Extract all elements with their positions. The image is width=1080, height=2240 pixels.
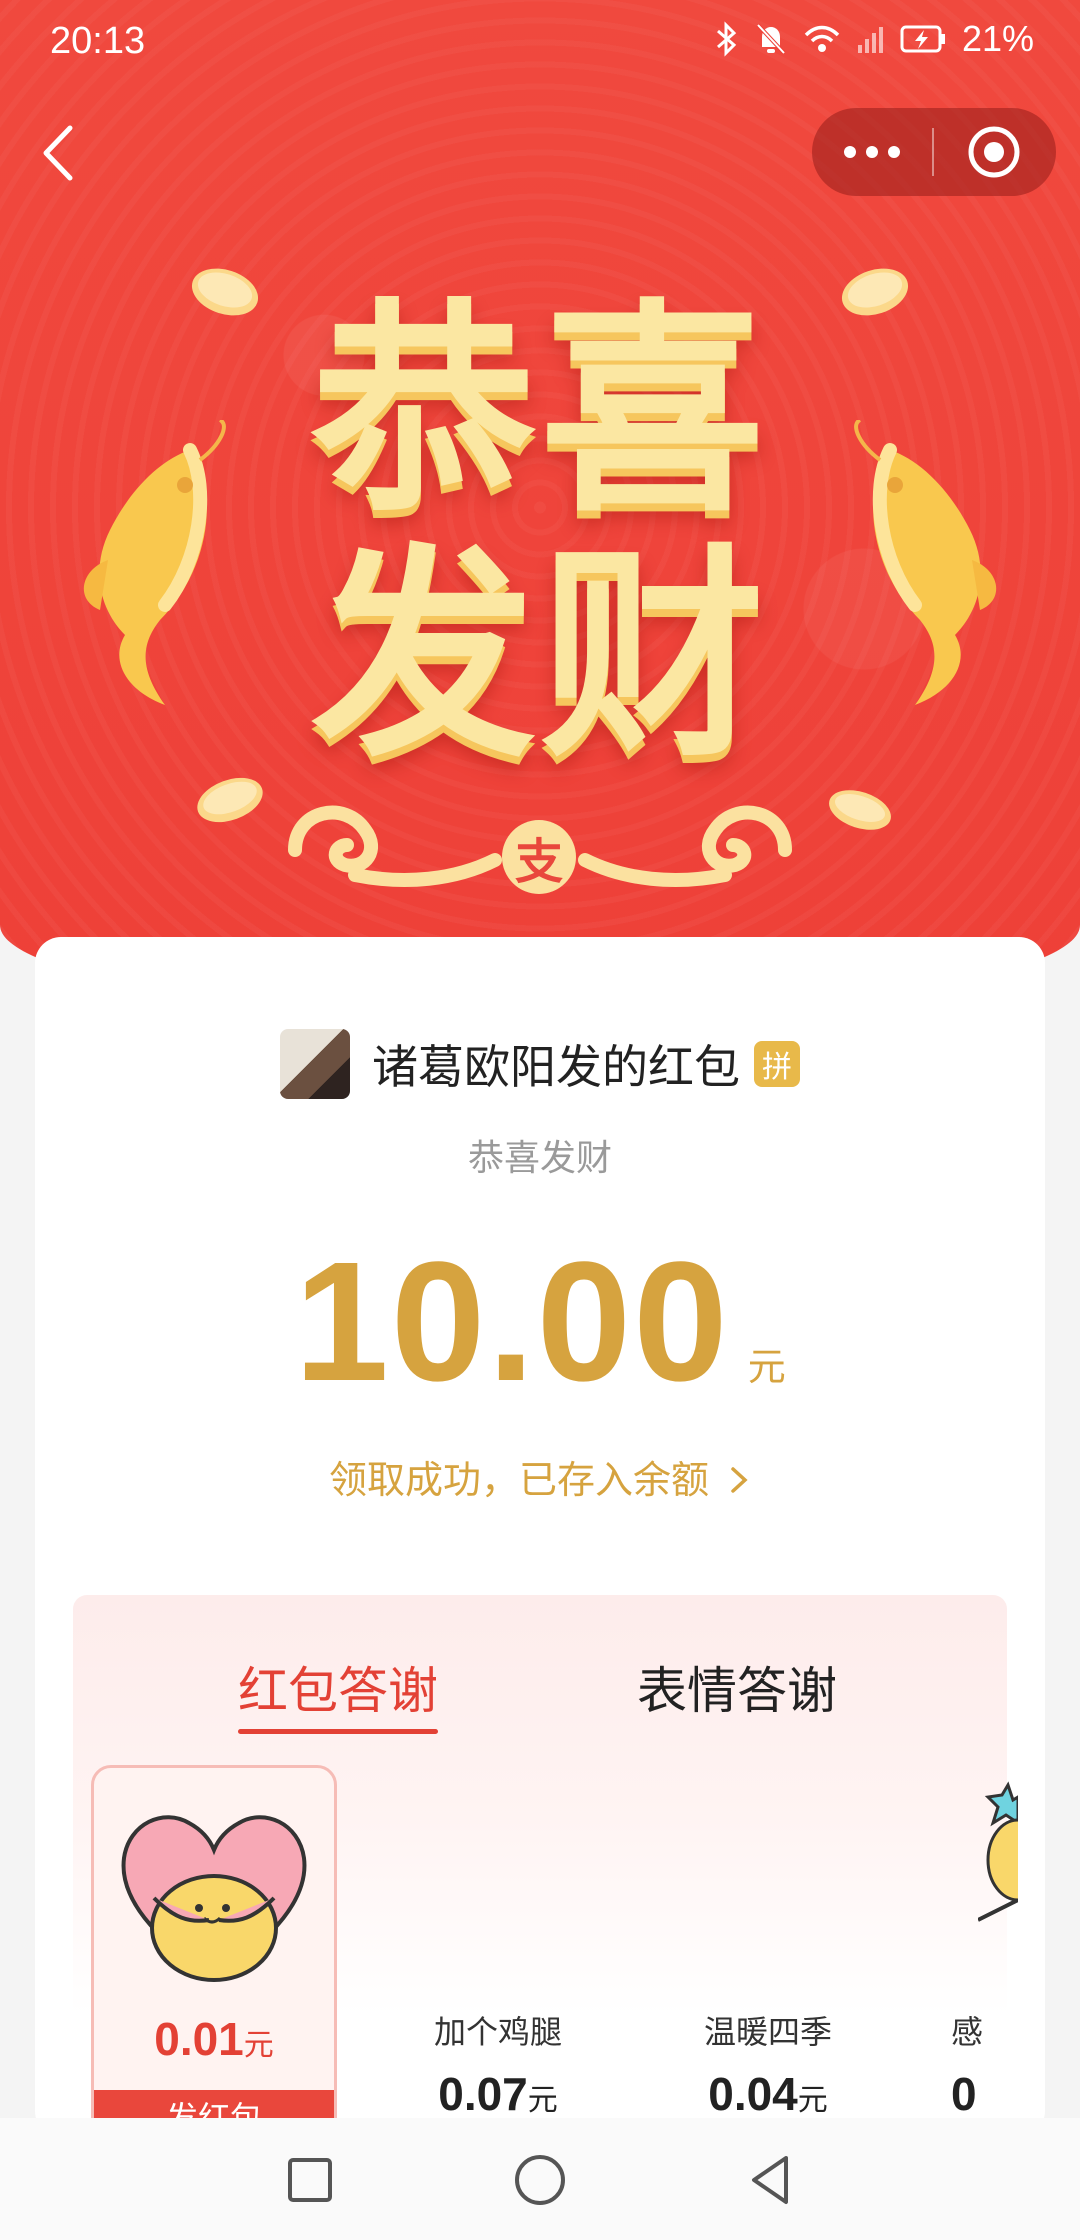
gift-price: 0.07元 bbox=[403, 2067, 593, 2121]
coin-icon bbox=[829, 790, 891, 830]
sender-name: 诸葛欧阳发的红包 bbox=[372, 1040, 740, 1094]
more-dots-icon bbox=[844, 146, 856, 158]
more-button[interactable] bbox=[812, 108, 932, 196]
gift-amount: 0.04 bbox=[708, 2068, 798, 2120]
avatar[interactable] bbox=[280, 1029, 350, 1099]
close-mini-program-button[interactable] bbox=[934, 108, 1054, 196]
selected-gift-price: 0.01元 bbox=[94, 2012, 334, 2066]
status-bar: 20:13 21% bbox=[0, 0, 1080, 86]
coin-icon bbox=[197, 777, 263, 823]
more-dot bbox=[866, 146, 878, 158]
signal-icon bbox=[857, 27, 883, 53]
gift-amount: 0 bbox=[951, 2068, 977, 2120]
gift-name: 感 bbox=[951, 2013, 984, 2051]
back-button[interactable] bbox=[34, 118, 82, 188]
bluetooth-icon bbox=[716, 21, 737, 57]
gift-price: 0.04元 bbox=[673, 2067, 863, 2121]
battery-charging-icon bbox=[900, 25, 945, 53]
amount-unit: 元 bbox=[747, 1345, 786, 1389]
target-circle-icon bbox=[968, 126, 1020, 178]
koi-fish-right-icon bbox=[854, 420, 997, 705]
selected-gift-unit: 元 bbox=[243, 2028, 274, 2063]
more-dot bbox=[888, 146, 900, 158]
headline-line-1: 恭喜 bbox=[311, 281, 769, 543]
mini-program-capsule bbox=[812, 108, 1056, 196]
koi-fish-left-icon bbox=[83, 420, 226, 705]
gift-card[interactable]: 加个鸡腿 0.07元 bbox=[403, 2007, 593, 2121]
status-time: 20:13 bbox=[50, 20, 146, 62]
gift-name: 加个鸡腿 bbox=[433, 2013, 562, 2051]
blessing-text: 恭喜发财 bbox=[467, 1138, 612, 1179]
headline-line-2: 发财 bbox=[311, 526, 769, 788]
battery-percent: 21% bbox=[961, 18, 1034, 59]
gift-name: 温暖四季 bbox=[703, 2013, 832, 2051]
red-packet-card: 诸葛欧阳发的红包 拼 恭喜发财 10.00 元 领取成功，已存入余额 红包答谢 … bbox=[35, 937, 1045, 2155]
received-text: 领取成功，已存入余额 bbox=[328, 1458, 709, 1502]
selected-gift-amount: 0.01 bbox=[154, 2013, 244, 2065]
gift-price: 0 bbox=[951, 2067, 1007, 2121]
coin-icon bbox=[841, 268, 909, 316]
mute-bell-icon bbox=[756, 23, 786, 55]
gift-card-selected[interactable]: 0.01元 发红包 bbox=[91, 1765, 337, 2151]
gift-amount: 0.07 bbox=[438, 2068, 528, 2120]
wifi-icon bbox=[804, 25, 840, 52]
thanks-panel: 红包答谢 表情答谢 0.01元 发红包 加个鸡腿 0.07元 温暖四季 0.04… bbox=[73, 1595, 1018, 2155]
balance-link[interactable]: 领取成功，已存入余额 bbox=[35, 1449, 1045, 1504]
status-icons: 21% bbox=[714, 18, 1034, 60]
tab-red-packet-thanks[interactable]: 红包答谢 bbox=[238, 1651, 438, 1723]
chevron-right-icon bbox=[731, 1467, 748, 1493]
sender-row: 诸葛欧阳发的红包 拼 bbox=[35, 1029, 1045, 1099]
gift-unit: 元 bbox=[797, 2083, 828, 2118]
headline: 恭喜 发财 bbox=[290, 290, 790, 780]
system-nav-bar bbox=[0, 2118, 1080, 2240]
alipay-logo-badge: 支 bbox=[502, 820, 576, 894]
amount-value: 10.00 bbox=[294, 1227, 730, 1417]
gift-unit: 元 bbox=[527, 2083, 558, 2118]
chevron-left-icon bbox=[43, 125, 73, 181]
star-gift-icon bbox=[978, 1781, 1018, 1922]
gift-card[interactable]: 温暖四季 0.04元 bbox=[673, 2007, 863, 2121]
amount-row: 10.00 元 bbox=[35, 1227, 1045, 1417]
heart-hug-icon bbox=[121, 1815, 307, 1982]
pin-badge: 拼 bbox=[754, 1041, 800, 1087]
coin-icon bbox=[191, 268, 259, 316]
recent-apps-icon[interactable] bbox=[278, 2148, 342, 2212]
tab-active-indicator bbox=[238, 1729, 438, 1734]
tab-sticker-thanks[interactable]: 表情答谢 bbox=[637, 1651, 837, 1723]
gift-card-partial[interactable]: 感 0 bbox=[951, 2007, 1007, 2121]
home-icon[interactable] bbox=[508, 2148, 572, 2212]
back-triangle-icon[interactable] bbox=[738, 2148, 802, 2212]
